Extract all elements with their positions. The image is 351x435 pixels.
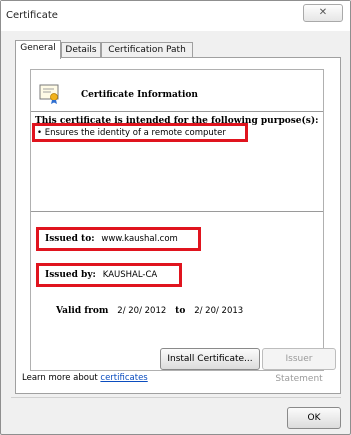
close-button[interactable]: ✕	[303, 4, 343, 22]
certificate-info-title: Certificate Information	[81, 90, 198, 100]
valid-from-label: Valid from	[56, 306, 109, 316]
ok-button[interactable]: OK	[287, 407, 341, 429]
ok-label: OK	[307, 413, 321, 423]
install-certificate-button[interactable]: Install Certificate...	[160, 348, 260, 370]
header-divider	[31, 111, 323, 112]
tab-certification-path[interactable]: Certification Path	[101, 42, 193, 58]
close-icon: ✕	[318, 7, 328, 18]
tab-general-label: General	[20, 43, 56, 53]
tab-general[interactable]: General	[15, 40, 61, 59]
certificate-dialog: Certificate ✕ General Details Certificat…	[0, 0, 351, 435]
install-certificate-label: Install Certificate...	[167, 354, 253, 364]
learn-more-prefix: Learn more about	[22, 373, 101, 383]
certificate-info-box: Certificate Information This certificate…	[30, 69, 324, 371]
purpose-divider	[31, 211, 323, 212]
valid-to-value: 2/ 20/ 2013	[194, 306, 244, 316]
valid-to-label: to	[175, 306, 186, 316]
tab-details-label: Details	[65, 45, 97, 55]
footer-separator	[11, 397, 341, 398]
tab-details[interactable]: Details	[61, 42, 101, 58]
general-tab-panel: Certificate Information This certificate…	[15, 57, 341, 394]
certificate-info-header: Certificate Information	[31, 70, 323, 111]
highlight-box-purpose	[32, 123, 248, 142]
issuer-statement-button[interactable]: Issuer Statement	[262, 348, 336, 384]
certificates-link[interactable]: certificates	[100, 373, 147, 383]
validity-row: Valid from 2/ 20/ 2012 to 2/ 20/ 2013	[56, 306, 243, 316]
title-bar: Certificate ✕	[1, 1, 350, 31]
valid-from-value: 2/ 20/ 2012	[117, 306, 167, 316]
learn-more-text: Learn more about certificates	[22, 373, 148, 383]
certificate-icon	[39, 84, 59, 104]
issuer-statement-label: Issuer Statement	[275, 354, 323, 384]
highlight-box-issued-to	[36, 227, 201, 251]
tab-certification-path-label: Certification Path	[108, 45, 186, 55]
highlight-box-issued-by	[36, 263, 182, 287]
window-title: Certificate	[6, 10, 58, 21]
